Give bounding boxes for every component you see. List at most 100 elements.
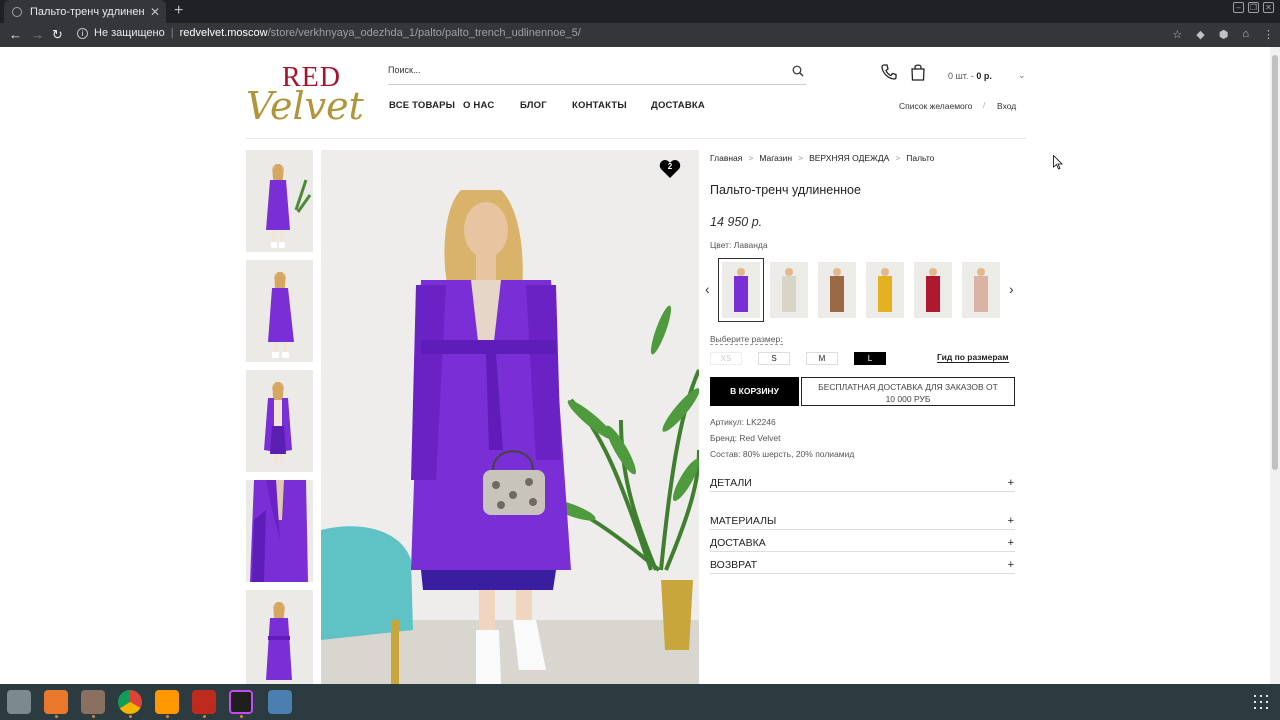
menu-about[interactable]: О НАС xyxy=(463,100,494,111)
plus-icon[interactable]: + xyxy=(1008,537,1014,549)
browser-tab[interactable]: Пальто-тренч удлиненно ✕ xyxy=(4,0,166,23)
phone-icon[interactable] xyxy=(880,63,898,81)
size-option-s[interactable]: S xyxy=(758,352,790,365)
running-indicator xyxy=(203,715,206,718)
breadcrumb-shop[interactable]: Магазин xyxy=(759,153,792,163)
color-swatch[interactable] xyxy=(718,258,764,322)
menu-delivery[interactable]: ДОСТАВКА xyxy=(651,100,705,111)
header-divider xyxy=(246,138,1026,139)
header-icons xyxy=(880,63,926,81)
app-grid-icon[interactable] xyxy=(1254,695,1268,709)
free-shipping-line2: 10 000 РУБ xyxy=(885,394,931,404)
login-link[interactable]: Вход xyxy=(997,101,1016,111)
cart-summary[interactable]: 0 шт. - 0 р. ⌄ xyxy=(948,70,1026,81)
back-icon[interactable]: ← xyxy=(9,27,22,42)
plus-icon[interactable]: + xyxy=(1008,559,1014,571)
search-box xyxy=(388,63,806,85)
swatch-image xyxy=(914,262,952,318)
thumbnail-image xyxy=(246,590,313,684)
reload-icon[interactable]: ↻ xyxy=(52,27,63,43)
wishlist-link[interactable]: Список желаемого xyxy=(899,101,972,111)
breadcrumb-current[interactable]: Пальто xyxy=(906,153,934,163)
extension-icon[interactable]: ◆ xyxy=(1196,28,1204,41)
file-manager-icon[interactable] xyxy=(81,690,105,714)
search-input[interactable] xyxy=(388,65,778,75)
scrollbar-thumb[interactable] xyxy=(1272,55,1278,470)
running-indicator xyxy=(55,715,58,718)
new-tab-icon[interactable]: + xyxy=(174,3,183,19)
thumbnail-image xyxy=(246,260,313,362)
wishlist-heart-icon[interactable]: 2 xyxy=(659,159,681,179)
color-swatch[interactable] xyxy=(914,262,952,318)
gallery-thumbnail[interactable] xyxy=(246,480,313,582)
accordion-materials[interactable]: МАТЕРИАЛЫ + xyxy=(710,515,1015,530)
extension-home-icon[interactable]: ⌂ xyxy=(1242,28,1249,41)
chevron-down-icon[interactable]: ⌄ xyxy=(1018,70,1026,81)
accordion-returns[interactable]: ВОЗВРАТ + xyxy=(710,559,1015,574)
info-icon[interactable]: i xyxy=(77,27,88,39)
security-status: Не защищено xyxy=(94,27,165,39)
accordion-delivery[interactable]: ДОСТАВКА + xyxy=(710,537,1015,552)
gallery-thumbnail[interactable] xyxy=(246,260,313,362)
os-taskbar xyxy=(0,684,1280,720)
running-indicator xyxy=(166,715,169,718)
gallery-thumbnail[interactable] xyxy=(246,590,313,684)
color-swatch[interactable] xyxy=(770,262,808,318)
color-swatch[interactable] xyxy=(818,262,856,318)
screenshot-tool-icon[interactable] xyxy=(268,690,292,714)
accordion-details[interactable]: ДЕТАЛИ + xyxy=(710,477,1015,492)
chevron-left-icon[interactable]: ‹ xyxy=(705,281,710,297)
shopping-bag-icon[interactable] xyxy=(910,63,926,81)
restore-icon[interactable]: ❐ xyxy=(1248,2,1259,13)
color-swatch[interactable] xyxy=(866,262,904,318)
bookmark-star-icon[interactable]: ☆ xyxy=(1172,28,1182,41)
minimize-icon[interactable]: – xyxy=(1233,2,1244,13)
app-store-icon[interactable] xyxy=(44,690,68,714)
accordion-returns-label: ВОЗВРАТ xyxy=(710,559,758,571)
menu-all-products[interactable]: ВСЕ ТОВАРЫ xyxy=(389,100,455,111)
add-to-cart-button[interactable]: В КОРЗИНУ xyxy=(710,377,799,406)
menu-blog[interactable]: БЛОГ xyxy=(520,100,547,111)
forward-icon[interactable]: → xyxy=(31,27,44,42)
size-option-m[interactable]: M xyxy=(806,352,838,365)
swatch-image xyxy=(770,262,808,318)
filezilla-icon[interactable] xyxy=(192,690,216,714)
menu-contacts[interactable]: КОНТАКТЫ xyxy=(572,100,627,111)
color-swatch[interactable] xyxy=(962,262,1000,318)
address-bar[interactable]: i Не защищено | redvelvet.moscow /store/… xyxy=(77,27,581,39)
gallery-thumbnail[interactable] xyxy=(246,150,313,252)
breadcrumb-separator: > xyxy=(798,153,804,163)
breadcrumb-category[interactable]: ВЕРХНЯЯ ОДЕЖДА xyxy=(809,153,889,163)
thumbnail-image xyxy=(246,480,313,582)
site-logo[interactable]: RED Velvet xyxy=(246,62,371,128)
web-page: RED Velvet ВСЕ ТОВАРЫ О НАС БЛОГ КОНТАКТ… xyxy=(0,47,1280,684)
size-guide-link[interactable]: Гид по размерам xyxy=(937,352,1009,363)
mouse-cursor-icon xyxy=(1053,155,1063,170)
thumbnail-image xyxy=(246,150,313,252)
close-tab-icon[interactable]: ✕ xyxy=(150,5,160,19)
size-option-l[interactable]: L xyxy=(854,352,886,365)
address-separator: | xyxy=(170,27,174,39)
logo-velvet-text: Velvet xyxy=(246,84,364,128)
free-shipping-line1: БЕСПЛАТНАЯ ДОСТАВКА ДЛЯ ЗАКАЗОВ ОТ xyxy=(818,382,998,392)
gallery-thumbnail[interactable] xyxy=(246,370,313,472)
close-window-icon[interactable]: ✕ xyxy=(1263,2,1274,13)
swatch-image xyxy=(818,262,856,318)
plus-icon[interactable]: + xyxy=(1008,515,1014,527)
main-product-image[interactable] xyxy=(321,150,699,684)
menu-dots-icon[interactable]: ⋮ xyxy=(1263,28,1274,41)
sublime-text-icon[interactable] xyxy=(155,690,179,714)
chevron-right-icon[interactable]: › xyxy=(1009,281,1014,297)
page-scrollbar[interactable] xyxy=(1270,47,1280,684)
color-label: Цвет: Лаванда xyxy=(710,240,768,250)
chrome-icon[interactable] xyxy=(118,690,142,714)
settings-gear-icon[interactable] xyxy=(7,690,31,714)
size-option-xs[interactable]: XS xyxy=(710,352,742,365)
phpstorm-icon[interactable] xyxy=(229,690,253,714)
breadcrumb-home[interactable]: Главная xyxy=(710,153,742,163)
search-icon[interactable] xyxy=(792,65,804,77)
globe-icon xyxy=(12,6,22,17)
plus-icon[interactable]: + xyxy=(1008,477,1014,489)
extension-cube-icon[interactable]: ⬢ xyxy=(1219,28,1229,41)
cart-count: 0 шт. xyxy=(948,71,969,81)
